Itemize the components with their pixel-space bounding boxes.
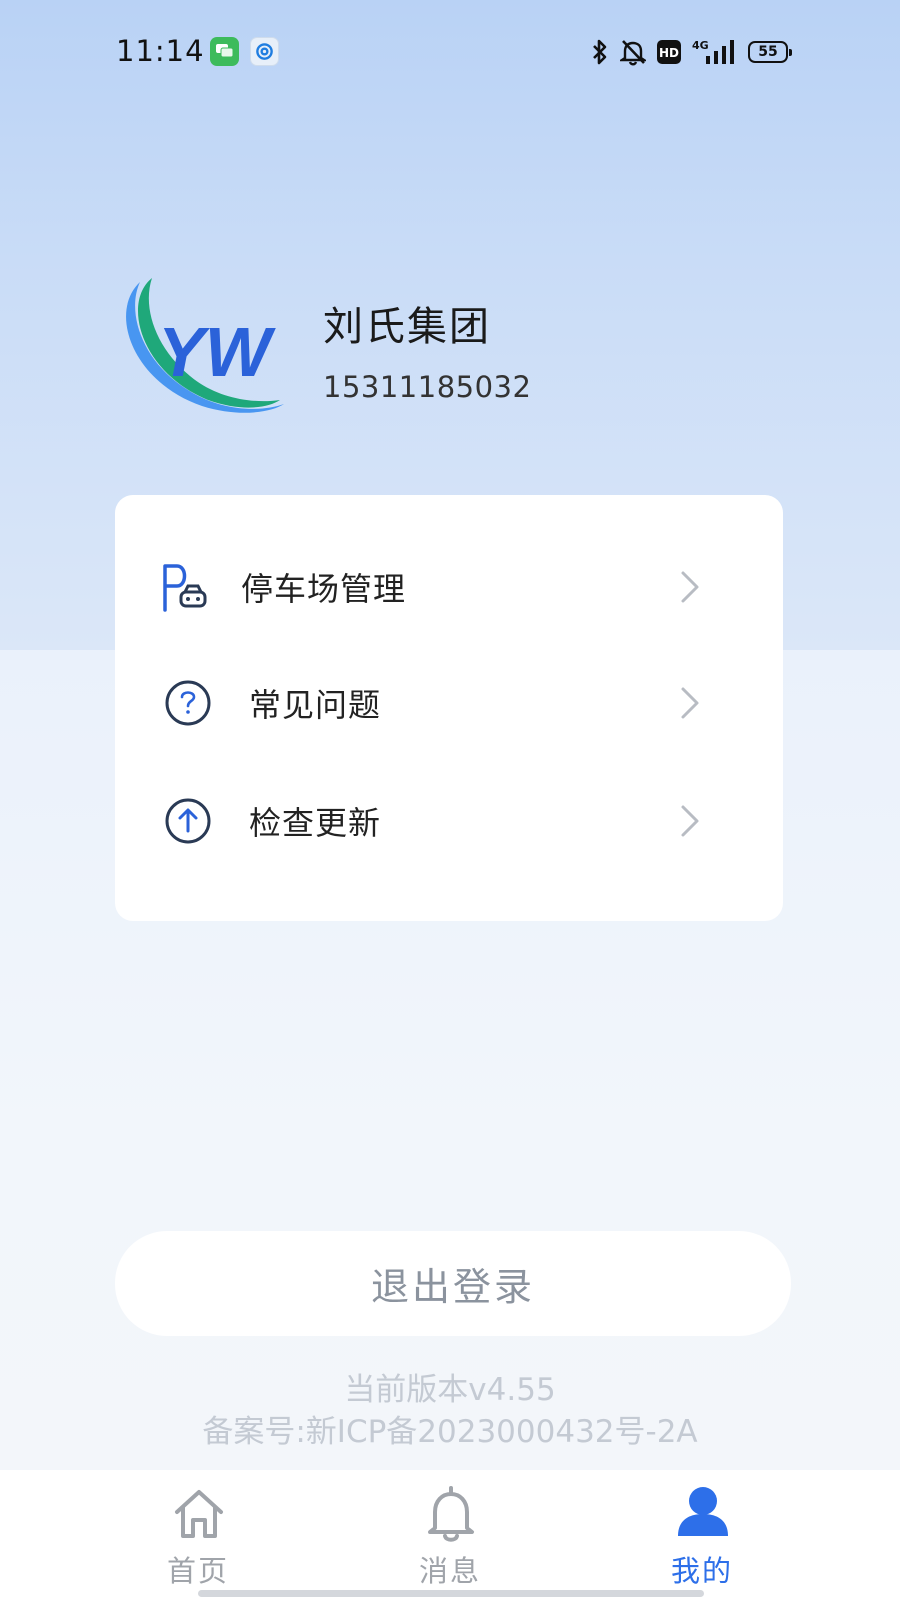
battery-icon: 55 [748,41,792,63]
user-icon [678,1487,728,1536]
upload-circle-icon [165,798,211,844]
messages-app-icon [210,37,239,66]
tab-label: 消息 [418,1554,481,1588]
chevron-right-icon [681,571,699,603]
parking-icon [163,564,207,612]
bottom-tab-bar: 首页 消息 我的 [0,1470,900,1600]
chevron-right-icon [681,687,699,719]
company-logo: YW [126,278,285,413]
version-text: 当前版本v4.55 [344,1372,556,1408]
status-bar: 11:14 HD 4G 55 [0,0,900,100]
logout-button[interactable]: 退出登录 [115,1231,791,1336]
menu-item-label: 常见问题 [249,686,382,724]
bluetooth-icon [593,39,607,65]
tab-home[interactable]: 首页 [128,1470,268,1600]
menu-card: 停车场管理 常见问题 检查更新 [115,495,783,921]
tab-mine[interactable]: 我的 [632,1470,772,1600]
user-phone: 15311185032 [323,370,532,404]
svg-text:YW: YW [158,313,277,391]
4g-signal-icon: 4G [692,39,734,64]
home-icon [175,1490,223,1538]
menu-item-check-update[interactable]: 检查更新 [115,771,783,871]
tab-label: 我的 [670,1554,733,1588]
tab-label: 首页 [166,1554,229,1588]
svg-text:HD: HD [659,46,679,60]
status-time: 11:14 [116,34,205,68]
menu-item-label: 检查更新 [249,804,382,842]
status-icons: HD 4G 55 [590,36,792,68]
company-name: 刘氏集团 [323,304,491,350]
menu-item-parking-management[interactable]: 停车场管理 [115,537,783,637]
question-circle-icon [165,680,211,726]
bell-icon [428,1486,474,1542]
chevron-right-icon [681,805,699,837]
icp-record-text: 备案号:新ICP备2023000432号-2A [202,1414,698,1450]
menu-item-faq[interactable]: 常见问题 [115,653,783,753]
hd-icon: HD [657,40,681,64]
svg-text:4G: 4G [692,39,709,52]
home-indicator [198,1590,704,1597]
menu-item-label: 停车场管理 [241,570,407,608]
mute-bell-icon [620,40,646,66]
battery-level: 55 [758,44,778,60]
tab-messages[interactable]: 消息 [380,1470,520,1600]
at-app-icon [250,37,279,66]
